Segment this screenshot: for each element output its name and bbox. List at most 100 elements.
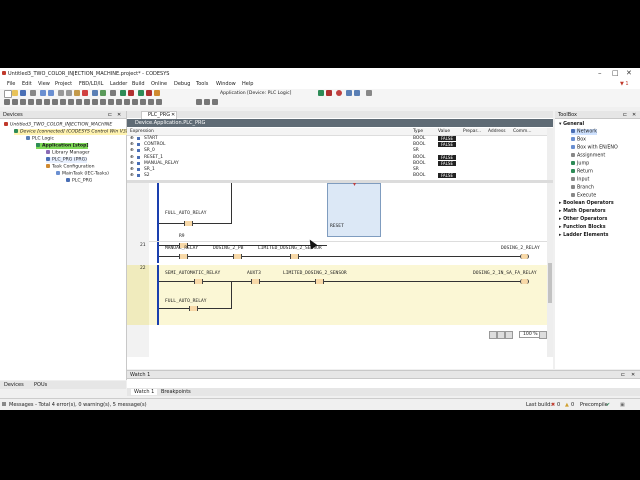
r22-contact-a[interactable] bbox=[194, 279, 203, 284]
table-row[interactable] bbox=[127, 160, 547, 166]
table-row[interactable] bbox=[127, 148, 547, 154]
insert-network-icon[interactable] bbox=[4, 99, 10, 105]
maximize-button[interactable]: □ bbox=[612, 70, 619, 77]
toolbox-assignment[interactable]: Assignment bbox=[571, 153, 605, 159]
insert-box-icon[interactable] bbox=[28, 99, 34, 105]
open-icon[interactable] bbox=[12, 90, 18, 96]
stop-icon[interactable] bbox=[146, 90, 152, 96]
insert-return-icon[interactable] bbox=[52, 99, 58, 105]
l1-contact[interactable] bbox=[184, 221, 193, 226]
watch-pin-icon[interactable]: ⊏ bbox=[621, 372, 625, 378]
toolbox-general[interactable]: ▾ General bbox=[559, 122, 584, 127]
toolbar-stop-icon[interactable] bbox=[326, 90, 332, 96]
toolbar-force-icon[interactable] bbox=[366, 90, 372, 96]
toolbox-jump[interactable]: Jump bbox=[571, 161, 589, 167]
build-icon[interactable] bbox=[110, 90, 116, 96]
table-row[interactable] bbox=[127, 167, 547, 173]
devices-close-icon[interactable]: ✕ bbox=[117, 112, 121, 118]
messages-icon[interactable] bbox=[2, 402, 6, 406]
menu-project[interactable]: Project bbox=[55, 81, 72, 87]
tree-plc-prg[interactable]: PLC_PRG (PRG) bbox=[46, 157, 87, 163]
zoom-in-icon[interactable] bbox=[196, 99, 202, 105]
col-type[interactable]: Type bbox=[413, 129, 423, 134]
table-row[interactable] bbox=[127, 173, 547, 179]
menu-view[interactable]: View bbox=[38, 81, 50, 87]
insert-negate-icon[interactable] bbox=[60, 99, 66, 105]
zoom-fit-icon[interactable] bbox=[539, 331, 547, 339]
error-indicator-icon[interactable]: ▼ 1 bbox=[620, 81, 629, 87]
copy-icon[interactable] bbox=[66, 90, 72, 96]
precompile-label[interactable]: Precompile bbox=[580, 402, 608, 408]
toggle-comment-icon[interactable] bbox=[156, 99, 162, 105]
table-row[interactable] bbox=[127, 142, 547, 148]
insert-input-icon[interactable] bbox=[92, 99, 98, 105]
print-icon[interactable] bbox=[30, 90, 36, 96]
col-expression[interactable]: Expression bbox=[130, 129, 154, 134]
menu-help[interactable]: Help bbox=[242, 81, 253, 87]
login-icon[interactable] bbox=[120, 90, 126, 96]
toolbox-box[interactable]: Box bbox=[571, 137, 586, 143]
r22-contact-b[interactable] bbox=[251, 279, 260, 284]
insert-label-icon[interactable] bbox=[116, 99, 122, 105]
delete-icon[interactable] bbox=[82, 90, 88, 96]
insert-edge-icon[interactable] bbox=[84, 99, 90, 105]
toolbox-box-en-eno[interactable]: Box with EN/ENO bbox=[571, 145, 618, 151]
tree-project[interactable]: Untitled3_TWO_COLOR_INJECTION_MACHINE bbox=[4, 122, 112, 128]
pan-tool-icon[interactable] bbox=[497, 331, 505, 339]
application-selector[interactable]: Application [Device: PLC Logic] bbox=[220, 91, 291, 96]
insert-reset-icon[interactable] bbox=[76, 99, 82, 105]
insert-coil-icon[interactable] bbox=[20, 99, 26, 105]
zoom-tool-icon[interactable] bbox=[505, 331, 513, 339]
logout-icon[interactable] bbox=[128, 90, 134, 96]
r22-contact-c[interactable] bbox=[315, 279, 324, 284]
tree-task-plc-prg[interactable]: PLC_PRG bbox=[66, 178, 92, 184]
toolbar-step-icon[interactable] bbox=[346, 90, 352, 96]
undo-icon[interactable] bbox=[40, 90, 46, 96]
col-prepared[interactable]: Prepar... bbox=[463, 129, 481, 134]
warning-count[interactable]: 0 bbox=[571, 402, 574, 408]
r21-coil[interactable] bbox=[520, 254, 529, 259]
menu-ladder[interactable]: Ladder bbox=[110, 81, 127, 87]
r21-contact-b[interactable] bbox=[233, 254, 242, 259]
toolbox-input[interactable]: Input bbox=[571, 177, 589, 183]
tree-application[interactable]: Application [stop] bbox=[36, 143, 89, 149]
menu-edit[interactable]: Edit bbox=[22, 81, 32, 87]
toolbox-return[interactable]: Return bbox=[571, 169, 593, 175]
insert-contact-icon[interactable] bbox=[12, 99, 18, 105]
menu-fbd[interactable]: FBD/LD/IL bbox=[79, 81, 103, 87]
status-lock-icon[interactable]: ▣ bbox=[620, 402, 625, 408]
toolbox-pin-icon[interactable]: ⊏ bbox=[623, 112, 627, 118]
redo-icon[interactable] bbox=[48, 90, 54, 96]
menu-file[interactable]: File bbox=[7, 81, 15, 87]
minimize-button[interactable]: – bbox=[598, 70, 602, 77]
toolbox-function-blocks[interactable]: ▸ Function Blocks bbox=[559, 225, 606, 230]
find-icon[interactable] bbox=[92, 90, 98, 96]
save-icon[interactable] bbox=[20, 90, 26, 96]
cut-icon[interactable] bbox=[58, 90, 64, 96]
error-count[interactable]: 0 bbox=[557, 402, 560, 408]
tab-watch-1[interactable]: Watch 1 bbox=[131, 389, 158, 395]
toolbox-math-operators[interactable]: ▸ Math Operators bbox=[559, 209, 606, 214]
toolbar-step-into-icon[interactable] bbox=[354, 90, 360, 96]
insert-fb-icon[interactable] bbox=[148, 99, 154, 105]
menu-window[interactable]: Window bbox=[216, 81, 236, 87]
col-comment[interactable]: Comm... bbox=[513, 129, 532, 134]
menu-debug[interactable]: Debug bbox=[174, 81, 190, 87]
tab-close-icon[interactable]: ✕ bbox=[171, 112, 175, 118]
menu-online[interactable]: Online bbox=[151, 81, 167, 87]
pointer-tool-icon[interactable] bbox=[489, 331, 497, 339]
toolbox-ladder-elements[interactable]: ▸ Ladder Elements bbox=[559, 233, 609, 238]
insert-assign-icon[interactable] bbox=[132, 99, 138, 105]
declaration-scrollbar[interactable] bbox=[547, 128, 553, 180]
paste-icon[interactable] bbox=[74, 90, 80, 96]
toolbox-other-operators[interactable]: ▸ Other Operators bbox=[559, 217, 607, 222]
r21-contact-a[interactable] bbox=[179, 254, 188, 259]
r22-contact-d[interactable] bbox=[189, 306, 198, 311]
insert-parallel-icon[interactable] bbox=[100, 99, 106, 105]
toolbar-run-icon[interactable] bbox=[318, 90, 324, 96]
devices-pin-icon[interactable]: ⊏ bbox=[108, 112, 112, 118]
tree-library-manager[interactable]: Library Manager bbox=[46, 150, 90, 156]
table-row[interactable] bbox=[127, 136, 547, 142]
fit-view-icon[interactable] bbox=[212, 99, 218, 105]
watch-close-icon[interactable]: ✕ bbox=[631, 372, 635, 378]
